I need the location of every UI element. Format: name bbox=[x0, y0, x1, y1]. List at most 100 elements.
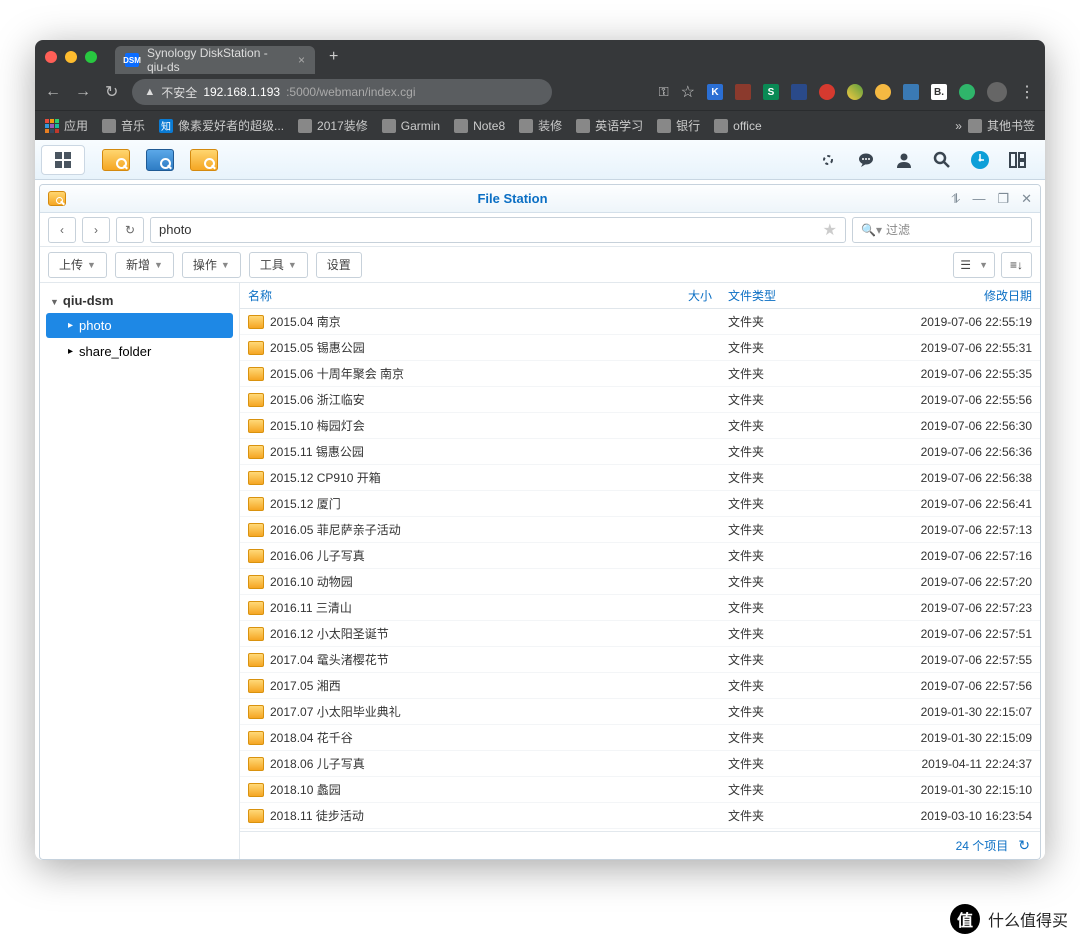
col-size[interactable]: 大小 bbox=[660, 287, 720, 304]
minimize-window-button[interactable] bbox=[65, 51, 77, 63]
file-row[interactable]: 2015.12 厦门文件夹2019-07-06 22:56:41 bbox=[240, 491, 1040, 517]
ext-green[interactable] bbox=[959, 84, 975, 100]
widget-icon[interactable] bbox=[969, 149, 991, 171]
reload-button[interactable]: ↻ bbox=[105, 82, 118, 102]
file-row[interactable]: 2015.12 CP910 开箱文件夹2019-07-06 22:56:38 bbox=[240, 465, 1040, 491]
tree-root[interactable]: qiu-dsm bbox=[44, 289, 235, 312]
nav-back-button[interactable]: ‹ bbox=[48, 217, 76, 243]
ext-blue[interactable] bbox=[791, 84, 807, 100]
file-row[interactable]: 2016.05 菲尼萨亲子活动文件夹2019-07-06 22:57:13 bbox=[240, 517, 1040, 543]
chat-icon[interactable] bbox=[855, 149, 877, 171]
file-row[interactable]: 2015.05 锡惠公园文件夹2019-07-06 22:55:31 bbox=[240, 335, 1040, 361]
search-icon[interactable] bbox=[931, 149, 953, 171]
ext-sky[interactable] bbox=[903, 84, 919, 100]
tree-node[interactable]: photo bbox=[46, 313, 233, 338]
back-button[interactable]: ← bbox=[45, 83, 61, 101]
bookmark-item[interactable]: 英语学习 bbox=[576, 117, 643, 134]
bookmark-item[interactable]: 音乐 bbox=[102, 117, 145, 134]
bookmark-item[interactable]: 2017装修 bbox=[298, 117, 368, 134]
star-icon[interactable]: ☆ bbox=[681, 82, 695, 102]
action-button[interactable]: 操作▼ bbox=[182, 252, 241, 278]
file-type: 文件夹 bbox=[720, 547, 880, 564]
refresh-icon-footer[interactable]: ↻ bbox=[1018, 837, 1030, 854]
pilot-icon[interactable] bbox=[817, 149, 839, 171]
col-date[interactable]: 修改日期 bbox=[880, 287, 1040, 304]
file-row[interactable]: 2015.11 锡惠公园文件夹2019-07-06 22:56:36 bbox=[240, 439, 1040, 465]
path-input[interactable]: photo★ bbox=[150, 217, 846, 243]
file-row[interactable]: 2018.10 蠡园文件夹2019-01-30 22:15:10 bbox=[240, 777, 1040, 803]
file-row[interactable]: 2016.06 儿子写真文件夹2019-07-06 22:57:16 bbox=[240, 543, 1040, 569]
maximize-window-button[interactable] bbox=[85, 51, 97, 63]
col-type[interactable]: 文件类型 bbox=[720, 287, 880, 304]
app-folder[interactable] bbox=[183, 144, 225, 176]
bookmark-item[interactable]: Garmin bbox=[382, 119, 440, 133]
file-row[interactable]: 2016.11 三清山文件夹2019-07-06 22:57:23 bbox=[240, 595, 1040, 621]
more-bookmarks-button[interactable]: » bbox=[955, 119, 962, 133]
menu-icon[interactable]: ⋮ bbox=[1019, 82, 1035, 102]
pin-icon[interactable]: ⥮ bbox=[951, 191, 960, 207]
bookmark-item[interactable]: 装修 bbox=[519, 117, 562, 134]
minimize-icon[interactable]: — bbox=[972, 191, 985, 207]
file-row[interactable]: 2015.10 梅园灯会文件夹2019-07-06 22:56:30 bbox=[240, 413, 1040, 439]
file-row[interactable]: 2018.04 花千谷文件夹2019-01-30 22:15:09 bbox=[240, 725, 1040, 751]
insecure-icon: ▲ bbox=[144, 86, 155, 98]
nav-forward-button[interactable]: › bbox=[82, 217, 110, 243]
bookmark-item[interactable]: Note8 bbox=[454, 119, 505, 133]
bookmark-item[interactable]: 知像素爱好者的超级... bbox=[159, 117, 284, 134]
create-button[interactable]: 新增▼ bbox=[115, 252, 174, 278]
view-list-button[interactable]: ☰▼ bbox=[953, 252, 995, 278]
file-row[interactable]: 2015.04 南京文件夹2019-07-06 22:55:19 bbox=[240, 309, 1040, 335]
panel-icon[interactable] bbox=[1007, 149, 1029, 171]
apps-button[interactable]: 应用 bbox=[45, 117, 88, 134]
file-row[interactable]: 2016.10 动物园文件夹2019-07-06 22:57:20 bbox=[240, 569, 1040, 595]
bookmark-item[interactable]: office bbox=[714, 119, 761, 133]
file-row[interactable]: 2017.07 小太阳毕业典礼文件夹2019-01-30 22:15:07 bbox=[240, 699, 1040, 725]
ext-s[interactable]: S bbox=[763, 84, 779, 100]
file-row[interactable]: 2016.12 小太阳圣诞节文件夹2019-07-06 22:57:51 bbox=[240, 621, 1040, 647]
file-row[interactable]: 2017.05 湘西文件夹2019-07-06 22:57:56 bbox=[240, 673, 1040, 699]
url-input[interactable]: ▲ 不安全 192.168.1.193:5000/webman/index.cg… bbox=[132, 79, 552, 105]
forward-button[interactable]: → bbox=[75, 83, 91, 101]
profile-icon[interactable] bbox=[987, 82, 1007, 102]
ext-multi[interactable] bbox=[847, 84, 863, 100]
launcher-button[interactable] bbox=[41, 145, 85, 175]
app-photostation[interactable] bbox=[139, 144, 181, 176]
file-row[interactable]: 2015.06 十周年聚会 南京文件夹2019-07-06 22:55:35 bbox=[240, 361, 1040, 387]
ext-book[interactable] bbox=[735, 84, 751, 100]
file-type: 文件夹 bbox=[720, 339, 880, 356]
ext-red[interactable] bbox=[819, 84, 835, 100]
bookmark-item[interactable]: 银行 bbox=[657, 117, 700, 134]
app-filestation[interactable] bbox=[95, 144, 137, 176]
file-type: 文件夹 bbox=[720, 521, 880, 538]
tree-node[interactable]: share_folder bbox=[46, 339, 233, 364]
filter-input[interactable]: 🔍▾过滤 bbox=[852, 217, 1032, 243]
other-bookmarks-button[interactable]: 其他书签 bbox=[968, 117, 1035, 134]
settings-button[interactable]: 设置 bbox=[316, 252, 362, 278]
bookmarks-bar: 应用 音乐 知像素爱好者的超级... 2017装修 Garmin Note8 装… bbox=[35, 110, 1045, 140]
browser-tab[interactable]: DSM Synology DiskStation - qiu-ds × bbox=[115, 46, 315, 74]
file-row[interactable]: 2015.06 浙江临安文件夹2019-07-06 22:55:56 bbox=[240, 387, 1040, 413]
col-name[interactable]: 名称 bbox=[240, 287, 660, 304]
new-tab-button[interactable]: + bbox=[329, 48, 338, 66]
file-row[interactable]: 2017.04 鼋头渚樱花节文件夹2019-07-06 22:57:55 bbox=[240, 647, 1040, 673]
sort-button[interactable]: ≡↓ bbox=[1001, 252, 1032, 278]
nav-refresh-button[interactable]: ↻ bbox=[116, 217, 144, 243]
file-rows[interactable]: 2015.04 南京文件夹2019-07-06 22:55:192015.05 … bbox=[240, 309, 1040, 831]
folder-tree: qiu-dsm photoshare_folder bbox=[40, 283, 240, 859]
status-bar: 24 个项目 ↻ bbox=[240, 831, 1040, 859]
file-row[interactable]: 2018.11 徒步活动文件夹2019-03-10 16:23:54 bbox=[240, 803, 1040, 829]
key-icon[interactable]: ⚿ bbox=[659, 84, 669, 100]
upload-button[interactable]: 上传▼ bbox=[48, 252, 107, 278]
maximize-icon[interactable]: ❐ bbox=[997, 191, 1009, 207]
tools-button[interactable]: 工具▼ bbox=[249, 252, 308, 278]
file-date: 2019-07-06 22:57:56 bbox=[880, 679, 1040, 693]
ext-yellow[interactable] bbox=[875, 84, 891, 100]
ext-k[interactable]: K bbox=[707, 84, 723, 100]
close-icon[interactable]: ✕ bbox=[1021, 191, 1032, 207]
user-icon[interactable] bbox=[893, 149, 915, 171]
close-tab-icon[interactable]: × bbox=[298, 53, 305, 67]
favorite-icon[interactable]: ★ bbox=[823, 220, 837, 240]
ext-b[interactable]: B. bbox=[931, 84, 947, 100]
file-row[interactable]: 2018.06 儿子写真文件夹2019-04-11 22:24:37 bbox=[240, 751, 1040, 777]
close-window-button[interactable] bbox=[45, 51, 57, 63]
